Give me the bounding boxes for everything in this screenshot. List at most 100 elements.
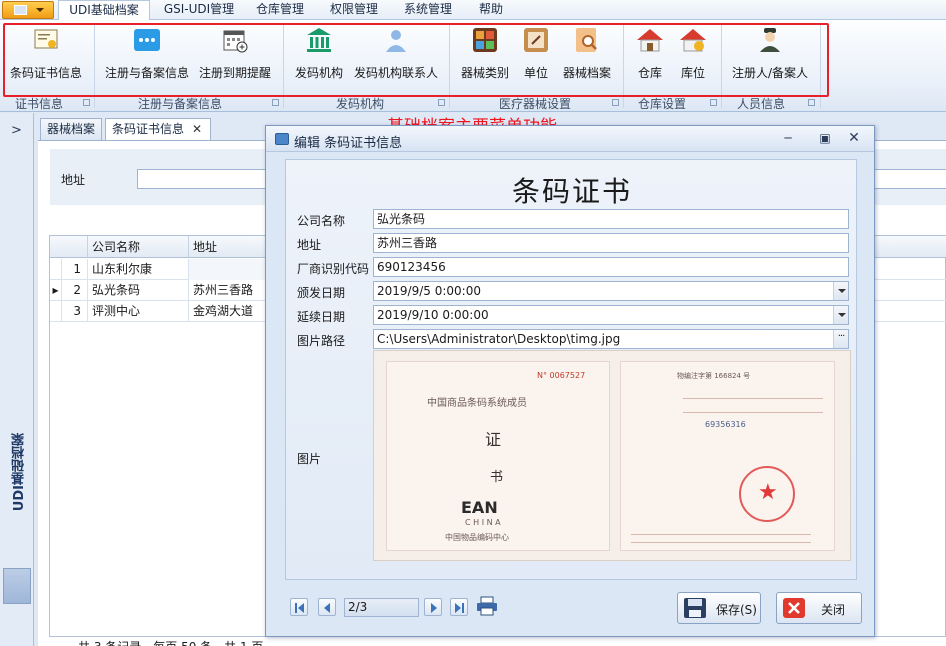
cert-issuer: 中国物品编码中心: [445, 533, 509, 542]
group-launcher-icon[interactable]: [438, 99, 445, 106]
cell-address[interactable]: 苏州三香路: [189, 280, 269, 301]
dialog-app-icon: [275, 133, 289, 145]
menu-tab-udi-basic[interactable]: UDI基础档案: [58, 0, 150, 21]
nav-bottom-button[interactable]: [3, 568, 31, 604]
group-launcher-icon[interactable]: [83, 99, 90, 106]
next-record-button[interactable]: [424, 598, 442, 616]
renew-date-value: 2019/9/10 0:00:00: [377, 308, 489, 322]
menu-tab-warehouse[interactable]: 仓库管理: [246, 0, 314, 20]
group-launcher-icon[interactable]: [710, 99, 717, 106]
cert-right-header: 物编注字第 166824 号: [677, 372, 751, 380]
annotation-highlight-box: [3, 23, 829, 97]
renew-date-picker[interactable]: 2019/9/10 0:00:00: [373, 305, 849, 325]
prev-record-button[interactable]: [318, 598, 336, 616]
tab-label: 条码证书信息: [112, 122, 185, 136]
cell-address[interactable]: [189, 259, 269, 280]
last-arrow-icon: [455, 603, 461, 613]
save-button[interactable]: 保存(S): [677, 592, 761, 624]
group-label-registration: 注册与备案信息: [137, 97, 222, 111]
address-input[interactable]: 苏州三香路: [373, 233, 849, 253]
manufacturer-code-input[interactable]: 690123456: [373, 257, 849, 277]
certificate-image[interactable]: N° 0067527 中国商品条码系统成员 证 书 EAN C H I N A …: [373, 350, 851, 561]
cert-number: N° 0067527: [537, 371, 586, 380]
menu-tab-system[interactable]: 系统管理: [394, 0, 462, 20]
company-name-label: 公司名称: [297, 214, 346, 228]
cert-line: [631, 534, 811, 535]
nav-expand-icon[interactable]: >: [11, 123, 22, 138]
group-label-device: 医疗器械设置: [498, 97, 571, 111]
renew-date-label: 延续日期: [297, 310, 346, 324]
row-marker: [50, 259, 62, 280]
certificate-left-page: N° 0067527 中国商品条码系统成员 证 书 EAN C H I N A …: [386, 361, 610, 551]
prev-arrow-icon: [324, 603, 330, 613]
restore-icon[interactable]: ▣: [817, 131, 833, 145]
cert-line: [683, 412, 823, 413]
chevron-down-icon[interactable]: [833, 282, 848, 300]
pagination-info: 共 3 条记录，每页 50 条，共 1 页: [78, 638, 263, 646]
menu-tab-gsi-udi[interactable]: GSI-UDI管理: [155, 0, 243, 20]
dialog-form: 条码证书 公司名称 弘光条码 地址 苏州三香路 厂商识别代码 690123456…: [285, 159, 857, 580]
next-arrow-icon: [431, 603, 437, 613]
group-label-cert: 证书信息: [14, 97, 63, 111]
star-icon: ★: [758, 480, 778, 505]
nav-title[interactable]: UDI基础档案: [10, 433, 27, 511]
red-seal-stamp: ★: [739, 466, 795, 522]
printer-icon[interactable]: [476, 596, 498, 616]
row-marker: ▸: [50, 280, 62, 301]
close-icon[interactable]: ✕: [846, 131, 862, 145]
cert-brand: EAN: [461, 498, 498, 517]
image-path-input[interactable]: C:\Users\Administrator\Desktop\timg.jpg …: [373, 329, 849, 349]
floppy-save-icon: [684, 598, 706, 618]
grid-header-address[interactable]: 地址: [189, 236, 269, 258]
chevron-down-icon: [36, 8, 44, 12]
tab-barcode-cert-info[interactable]: 条码证书信息 ✕: [105, 118, 211, 140]
first-icon: [295, 603, 297, 613]
filter-address-label: 地址: [61, 173, 86, 187]
cert-line: [683, 398, 823, 399]
grid-header-company[interactable]: 公司名称: [88, 236, 189, 258]
row-number: 3: [62, 301, 88, 322]
row-number: 2: [62, 280, 88, 301]
close-button[interactable]: 关闭: [776, 592, 862, 624]
cert-left-title: 中国商品条码系统成员: [427, 398, 527, 409]
application-menu-button[interactable]: [2, 1, 54, 19]
chevron-down-icon[interactable]: [833, 306, 848, 324]
menu-bar: UDI基础档案 GSI-UDI管理 仓库管理 权限管理 系统管理 帮助: [0, 0, 946, 21]
cell-company[interactable]: 山东利尔康: [88, 259, 189, 280]
menu-tab-permission[interactable]: 权限管理: [320, 0, 388, 20]
dialog-titlebar[interactable]: 编辑 条码证书信息 ─ ▣ ✕: [266, 126, 874, 152]
group-launcher-icon[interactable]: [612, 99, 619, 106]
first-record-button[interactable]: [290, 598, 308, 616]
image-path-value: C:\Users\Administrator\Desktop\timg.jpg: [377, 332, 621, 346]
image-path-label: 图片路径: [297, 334, 346, 348]
group-launcher-icon[interactable]: [272, 99, 279, 106]
close-icon[interactable]: ✕: [192, 122, 202, 136]
form-heading: 条码证书: [511, 175, 632, 208]
manufacturer-code-label: 厂商识别代码: [297, 262, 370, 276]
last-record-button[interactable]: [450, 598, 468, 616]
certificate-right-page: 物编注字第 166824 号 69356316 ★: [620, 361, 835, 551]
tab-device-archive[interactable]: 器械档案: [40, 118, 102, 140]
issue-date-value: 2019/9/5 0:00:00: [377, 284, 481, 298]
cell-company[interactable]: 弘光条码: [88, 280, 189, 301]
menu-tab-help[interactable]: 帮助: [468, 0, 514, 20]
record-position[interactable]: 2/3: [344, 598, 419, 617]
group-launcher-icon[interactable]: [808, 99, 815, 106]
save-label: 保存(S): [716, 603, 757, 617]
company-name-input[interactable]: 弘光条码: [373, 209, 849, 229]
picture-label: 图片: [297, 452, 322, 466]
cell-company[interactable]: 评测中心: [88, 301, 189, 322]
cert-right-code: 69356316: [705, 420, 746, 429]
close-x-icon: [783, 598, 805, 618]
group-label-personnel: 人员信息: [736, 97, 785, 111]
minimize-icon[interactable]: ─: [780, 131, 796, 145]
group-label-warehouse: 仓库设置: [637, 97, 686, 111]
issue-date-picker[interactable]: 2019/9/5 0:00:00: [373, 281, 849, 301]
group-label-agency: 发码机构: [335, 97, 384, 111]
cell-address[interactable]: 金鸡湖大道: [189, 301, 269, 322]
app-menu-icon: [14, 5, 27, 15]
edit-cert-dialog: 编辑 条码证书信息 ─ ▣ ✕ 条码证书 公司名称 弘光条码 地址 苏州三香路 …: [265, 125, 875, 637]
cert-country: C H I N A: [465, 518, 501, 527]
browse-ellipsis-icon[interactable]: ···: [833, 330, 848, 348]
grid-header-corner: [50, 236, 88, 258]
